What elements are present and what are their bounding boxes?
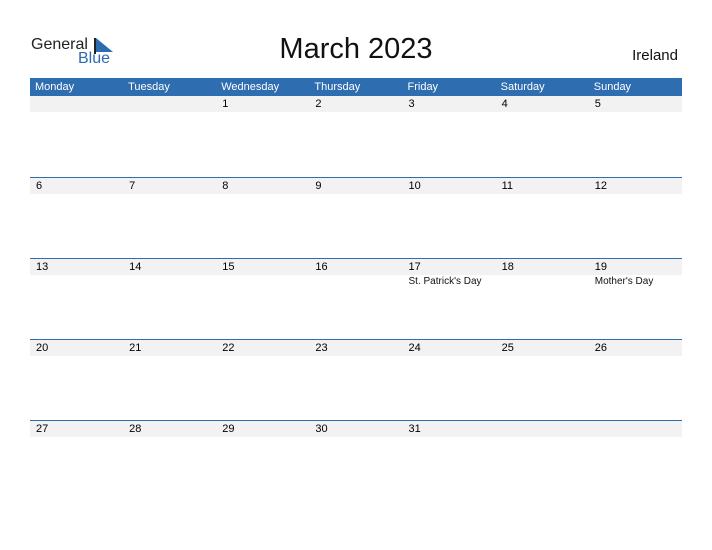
holiday-label	[216, 275, 309, 289]
day-number: 16	[315, 261, 328, 273]
calendar-week: 6 7 8 9 10 11 12	[30, 177, 682, 258]
weekday-thursday: Thursday	[314, 81, 361, 93]
day-number: 7	[129, 180, 136, 192]
calendar-week: 20 21 22 23 24 25 26	[30, 339, 682, 420]
day-number	[30, 96, 123, 112]
day-number: 8	[222, 180, 229, 192]
day-number: 21	[129, 342, 142, 354]
holiday-label	[123, 275, 216, 289]
day-number: 19	[594, 261, 607, 273]
weekday-sunday: Sunday	[593, 81, 632, 93]
day-number: 25	[501, 342, 514, 354]
holiday-label: St. Patrick's Day	[408, 276, 482, 287]
day-number: 18	[501, 261, 514, 273]
day-number: 30	[315, 423, 328, 435]
day-number: 27	[36, 423, 49, 435]
weekday-friday: Friday	[407, 81, 439, 93]
day-number: 14	[129, 261, 142, 273]
day-number: 3	[408, 98, 415, 110]
day-number: 12	[594, 180, 607, 192]
day-number: 6	[36, 180, 43, 192]
holiday-label: Mother's Day	[594, 276, 654, 287]
day-number: 11	[501, 180, 514, 192]
day-number: 23	[315, 342, 328, 354]
date-strip: 6 7 8 9 10 11 12	[30, 178, 682, 194]
holiday-label	[309, 275, 402, 289]
day-number: 28	[129, 423, 142, 435]
calendar-week: 13 14 15 16 17 18 19 St. Patrick's Day Mother's …	[30, 258, 682, 339]
calendar-week: 1 2 3 4 5	[30, 96, 682, 177]
date-strip: 1 2 3 4 5	[30, 96, 682, 112]
weekday-header: Monday Tuesday Wednesday Thursday Friday Satu…	[30, 78, 682, 96]
date-strip: 13 14 15 16 17 18 19	[30, 259, 682, 275]
date-strip: 20 21 22 23 24 25 26	[30, 340, 682, 356]
day-number: 1	[222, 98, 229, 110]
day-number: 26	[594, 342, 607, 354]
day-number: 13	[36, 261, 49, 273]
date-strip: 27 28 29 30 31	[30, 421, 682, 437]
weekday-saturday: Saturday	[500, 81, 545, 93]
day-number: 9	[315, 180, 322, 192]
day-number	[123, 96, 216, 112]
weekday-tuesday: Tuesday	[128, 81, 170, 93]
day-number: 17	[408, 261, 421, 273]
country-label: Ireland	[632, 47, 678, 64]
day-number: 24	[408, 342, 421, 354]
day-number: 20	[36, 342, 49, 354]
weekday-monday: Monday	[35, 81, 75, 93]
day-number	[496, 421, 589, 437]
page-title: March 2023	[279, 33, 433, 65]
day-number: 31	[408, 423, 421, 435]
calendar-grid: 1 2 3 4 5 6 7 8 9 10 11 12 13 14 15 16 17 18 19 St. Patrick…	[30, 96, 682, 501]
holiday-label	[496, 275, 589, 289]
day-number: 2	[315, 98, 322, 110]
day-number: 4	[501, 98, 508, 110]
calendar-week: 27 28 29 30 31	[30, 420, 682, 501]
day-number: 10	[408, 180, 421, 192]
day-number: 5	[594, 98, 601, 110]
weekday-wednesday: Wednesday	[221, 81, 280, 93]
day-number	[589, 421, 682, 437]
holiday-label	[30, 275, 123, 289]
day-number: 15	[222, 261, 235, 273]
day-number: 22	[222, 342, 235, 354]
day-number: 29	[222, 423, 235, 435]
